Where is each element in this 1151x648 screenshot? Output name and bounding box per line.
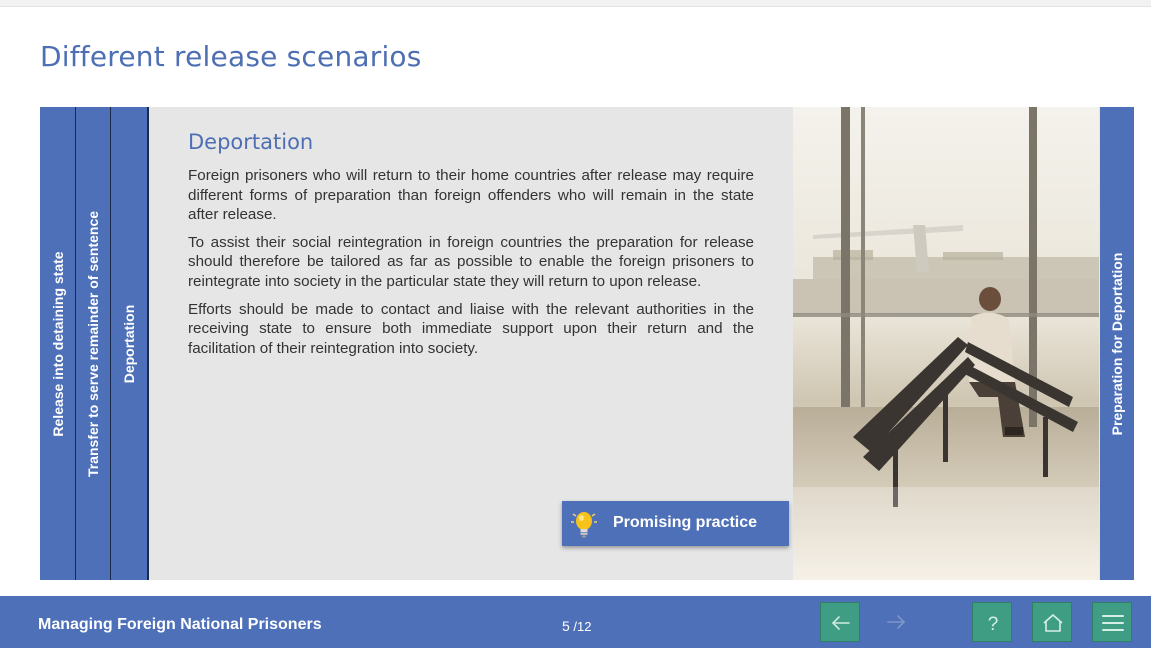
arrow-left-icon [831, 616, 850, 630]
lightbulb-icon [571, 512, 597, 538]
help-button[interactable]: ? [972, 602, 1012, 642]
panel-text: Deportation Foreign prisoners who will r… [188, 130, 754, 366]
tab-preparation-for-deportation[interactable]: Preparation for Deportation [1100, 107, 1134, 580]
course-title: Managing Foreign National Prisoners [38, 616, 322, 633]
arrow-right-icon [887, 615, 906, 629]
tab-label: Release into detaining state [49, 250, 66, 437]
paragraph: Foreign prisoners who will return to the… [188, 167, 754, 224]
tab-label: Preparation for Deportation [1109, 252, 1125, 435]
help-glyph: ? [988, 614, 999, 635]
top-edge [0, 0, 1151, 7]
paragraph: Efforts should be made to contact and li… [188, 300, 754, 357]
paragraph: To assist their social reintegration in … [188, 233, 754, 290]
tab-release-into-detaining-state[interactable]: Release into detaining state [40, 107, 76, 580]
panel-heading: Deportation [188, 130, 314, 154]
tab-deportation[interactable]: Deportation [111, 107, 149, 580]
page-counter: 5 /12 [562, 618, 592, 634]
promising-practice-label: Promising practice [613, 514, 758, 531]
promising-practice-button[interactable]: Promising practice [562, 501, 789, 546]
footer-bar: Managing Foreign National Prisoners 5 /1… [0, 596, 1151, 648]
tab-label: Transfer to serve remainder of sentence [85, 210, 101, 477]
forward-button[interactable] [876, 602, 916, 642]
slide: Different release scenarios Release into… [0, 0, 1151, 648]
tab-label: Deportation [121, 304, 137, 383]
page-total: 12 [577, 619, 592, 634]
tab-transfer-to-serve-remainder[interactable]: Transfer to serve remainder of sentence [76, 107, 111, 580]
page-separator: / [569, 619, 578, 634]
hamburger-menu-icon [1102, 615, 1124, 631]
page-current: 5 [562, 618, 570, 634]
question-mark-icon: ? [988, 614, 999, 635]
home-button[interactable] [1032, 602, 1072, 642]
airport-photo [793, 107, 1099, 580]
back-button[interactable] [820, 602, 860, 642]
page-title: Different release scenarios [40, 40, 422, 73]
home-icon [1043, 614, 1063, 632]
menu-button[interactable] [1092, 602, 1132, 642]
